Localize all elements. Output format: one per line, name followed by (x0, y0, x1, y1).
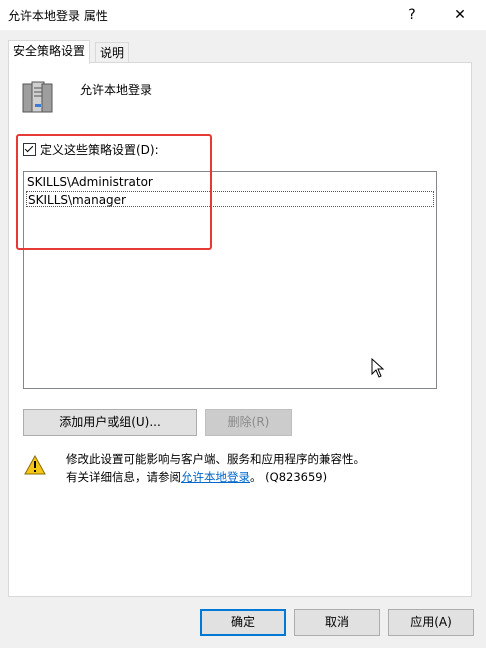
warning-text-line1: 修改此设置可能影响与客户端、服务和应用程序的兼容性。 (66, 452, 365, 466)
add-user-or-group-button[interactable]: 添加用户或组(U)... (23, 409, 197, 436)
mouse-cursor-icon (371, 358, 385, 378)
window-title: 允许本地登录 属性 (8, 9, 108, 23)
remove-button[interactable]: 删除(R) (205, 409, 292, 436)
warning-icon (24, 455, 46, 475)
tab-security-policy-settings[interactable]: 安全策略设置 (8, 40, 91, 64)
apply-button[interactable]: 应用(A) (388, 609, 474, 636)
policy-name: 允许本地登录 (80, 83, 153, 97)
close-button[interactable]: ✕ (448, 0, 472, 30)
ok-button[interactable]: 确定 (200, 609, 286, 636)
policy-help-link[interactable]: 允许本地登录 (181, 470, 250, 484)
warning-suffix: 。 (Q823659) (250, 470, 328, 484)
cancel-button[interactable]: 取消 (294, 609, 380, 636)
title-bar: 允许本地登录 属性 ? ✕ (0, 0, 486, 30)
server-icon (22, 81, 53, 113)
help-button[interactable]: ? (400, 0, 424, 30)
warning-prefix: 有关详细信息，请参阅 (66, 470, 181, 484)
tab-explain[interactable]: 说明 (95, 42, 130, 63)
warning-text-line2: 有关详细信息，请参阅允许本地登录。 (Q823659) (66, 469, 327, 485)
highlight-box (16, 134, 212, 250)
